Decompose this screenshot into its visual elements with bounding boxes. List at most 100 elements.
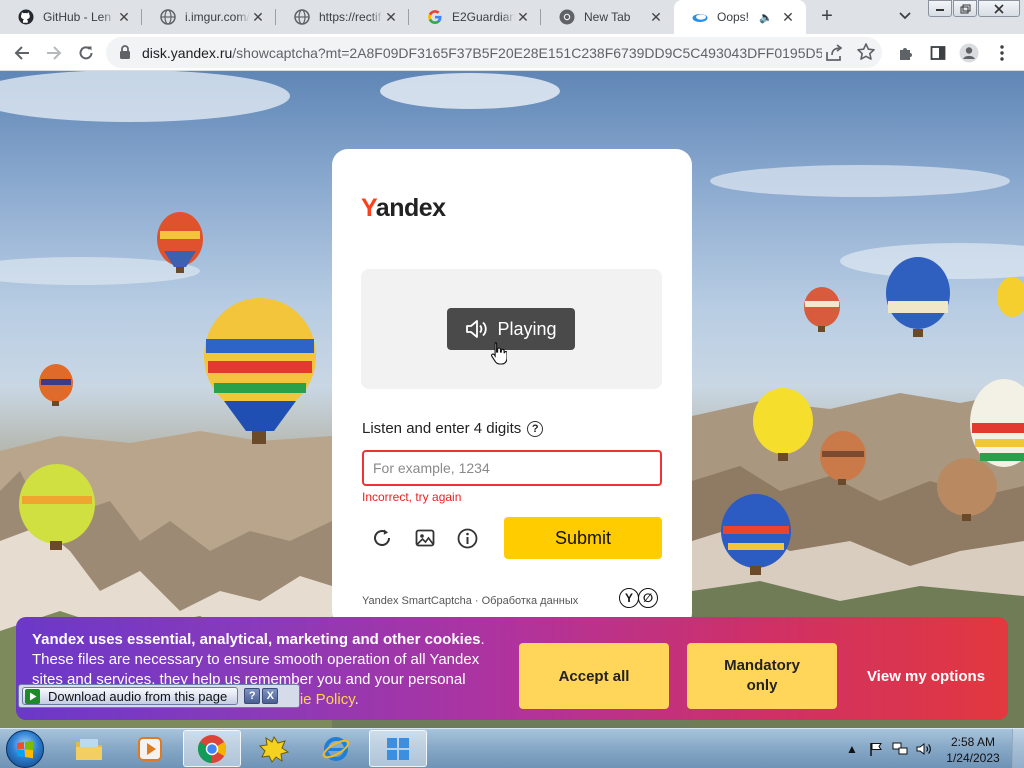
show-desktop-button[interactable] bbox=[1012, 729, 1024, 768]
clock-time: 2:58 AM bbox=[950, 735, 996, 749]
close-icon[interactable]: X bbox=[262, 688, 279, 704]
submit-button[interactable]: Submit bbox=[504, 517, 662, 559]
chrome-icon bbox=[559, 9, 575, 25]
minimize-button[interactable] bbox=[928, 0, 952, 17]
tab-imgur[interactable]: i.imgur.com/ ✕ bbox=[142, 0, 276, 34]
globe-icon bbox=[294, 9, 310, 25]
globe-icon bbox=[160, 9, 176, 25]
windows-logo-icon bbox=[17, 740, 33, 759]
clock-date: 1/24/2023 bbox=[946, 751, 1000, 765]
help-icon[interactable]: ? bbox=[244, 688, 261, 704]
google-icon bbox=[427, 9, 443, 25]
show-hidden-icons-arrow-icon[interactable]: ▲ bbox=[843, 740, 861, 758]
captcha-answer-input[interactable] bbox=[362, 450, 662, 486]
url-path: /showcaptcha?mt=2A8F09DF3165F37B5F20E28E… bbox=[232, 45, 822, 61]
download-audio-button[interactable]: Download audio from this page bbox=[22, 687, 239, 705]
back-arrow-icon[interactable] bbox=[11, 42, 33, 64]
explorer-icon[interactable] bbox=[60, 730, 118, 767]
info-icon[interactable] bbox=[455, 526, 479, 550]
play-audio-button[interactable]: Playing bbox=[447, 308, 575, 350]
share-icon[interactable] bbox=[824, 43, 844, 63]
more-menu-icon[interactable] bbox=[991, 42, 1013, 64]
tab-title: GitHub - Len bbox=[43, 10, 112, 24]
close-icon[interactable]: ✕ bbox=[116, 9, 132, 25]
captcha-card: Yandex Playing Listen and enter 4 digits… bbox=[332, 149, 692, 629]
side-panel-icon[interactable] bbox=[927, 42, 949, 64]
windows-taskbar: ▲ 2:58 AM 1/24/2023 bbox=[0, 728, 1024, 768]
minimize-icon bbox=[936, 8, 944, 11]
yandex-logo: Yandex bbox=[361, 194, 446, 222]
speaker-icon[interactable]: 🔈 bbox=[758, 9, 774, 25]
hot-air-balloon bbox=[804, 287, 840, 332]
close-icon[interactable]: ✕ bbox=[250, 9, 266, 25]
accept-all-button[interactable]: Accept all bbox=[519, 643, 669, 709]
tab-title: i.imgur.com/ bbox=[185, 10, 250, 24]
cookie-notice-end: . bbox=[354, 691, 359, 708]
start-button[interactable] bbox=[6, 730, 44, 768]
hot-air-balloon bbox=[204, 298, 316, 444]
tab-title: New Tab bbox=[584, 10, 631, 24]
error-message: Incorrect, try again bbox=[362, 490, 462, 504]
volume-icon[interactable] bbox=[915, 740, 933, 758]
tab-e2guardian[interactable]: E2Guardian - ✕ bbox=[409, 0, 541, 34]
profile-avatar-icon[interactable] bbox=[958, 42, 980, 64]
network-icon[interactable] bbox=[891, 740, 909, 758]
audio-download-bar: Download audio from this page ? X bbox=[18, 684, 300, 708]
url-host: disk.yandex.ru bbox=[142, 45, 233, 61]
media-player-icon[interactable] bbox=[121, 730, 179, 767]
smartcaptcha-logo: Y ∅ bbox=[619, 588, 658, 608]
windows-app-icon[interactable] bbox=[369, 730, 427, 767]
captcha-instruction-text: Listen and enter 4 digits bbox=[362, 420, 522, 437]
tab-rectif[interactable]: https://rectif ✕ bbox=[276, 0, 409, 34]
play-icon bbox=[25, 688, 40, 704]
github-icon bbox=[18, 9, 34, 25]
play-audio-label: Playing bbox=[497, 318, 557, 339]
image-icon[interactable] bbox=[413, 526, 437, 550]
internet-explorer-icon[interactable] bbox=[307, 730, 365, 767]
mandatory-only-button[interactable]: Mandatory only bbox=[687, 643, 837, 709]
captcha-footer[interactable]: Yandex SmartCaptcha · Обработка данных bbox=[362, 595, 578, 607]
close-icon[interactable]: ✕ bbox=[648, 9, 664, 25]
captcha-instruction: Listen and enter 4 digits ? bbox=[362, 420, 544, 437]
browser-toolbar: disk.yandex.ru/showcaptcha?mt=2A8F09DF31… bbox=[0, 34, 1024, 71]
yandex-y-icon: Y bbox=[619, 588, 639, 608]
star-icon[interactable] bbox=[856, 42, 876, 62]
refresh-icon[interactable] bbox=[370, 526, 394, 550]
tab-title: E2Guardian - bbox=[452, 10, 515, 24]
tab-new-tab[interactable]: New Tab ✕ bbox=[541, 0, 674, 34]
help-icon[interactable]: ? bbox=[527, 420, 544, 437]
close-icon[interactable]: ✕ bbox=[383, 9, 399, 25]
lock-icon[interactable] bbox=[119, 45, 131, 59]
new-tab-button[interactable]: + bbox=[816, 5, 838, 27]
chrome-icon[interactable] bbox=[183, 730, 241, 767]
cookie-notice-lead: Yandex uses essential, analytical, marke… bbox=[32, 631, 481, 648]
restore-button[interactable] bbox=[953, 0, 977, 17]
page-viewport: Yandex Playing Listen and enter 4 digits… bbox=[0, 71, 1024, 728]
system-tray: ▲ bbox=[843, 729, 939, 768]
taskbar-clock[interactable]: 2:58 AM 1/24/2023 bbox=[941, 734, 1005, 766]
chevron-down-icon[interactable] bbox=[896, 7, 914, 25]
restore-icon bbox=[960, 4, 970, 13]
action-center-flag-icon[interactable] bbox=[867, 740, 885, 758]
url-text[interactable]: disk.yandex.ru/showcaptcha?mt=2A8F09DF31… bbox=[142, 45, 822, 61]
yandex-disk-icon bbox=[692, 9, 708, 25]
close-icon[interactable]: ✕ bbox=[515, 9, 531, 25]
extensions-puzzle-icon[interactable] bbox=[895, 42, 917, 64]
audio-captcha-panel: Playing bbox=[361, 269, 662, 389]
close-icon bbox=[994, 3, 1004, 14]
close-icon[interactable]: ✕ bbox=[780, 9, 796, 25]
browser-tab-strip: GitHub - Len ✕ i.imgur.com/ ✕ https://re… bbox=[0, 0, 1024, 34]
hot-air-balloon bbox=[39, 364, 73, 406]
mandatory-label-line1: Mandatory bbox=[724, 657, 800, 674]
tab-oops[interactable]: Oops! 🔈 ✕ bbox=[674, 0, 806, 34]
hot-air-balloon bbox=[886, 257, 950, 337]
speaker-icon bbox=[466, 320, 488, 338]
forward-arrow-icon[interactable] bbox=[43, 42, 65, 64]
tab-github[interactable]: GitHub - Len ✕ bbox=[0, 0, 142, 34]
mandatory-label-line2: only bbox=[746, 677, 778, 694]
game-icon[interactable] bbox=[245, 730, 303, 767]
window-close-button[interactable] bbox=[978, 0, 1020, 17]
address-bar[interactable]: disk.yandex.ru/showcaptcha?mt=2A8F09DF31… bbox=[106, 37, 882, 68]
view-my-options-button[interactable]: View my options bbox=[856, 643, 996, 709]
reload-icon[interactable] bbox=[75, 42, 97, 64]
